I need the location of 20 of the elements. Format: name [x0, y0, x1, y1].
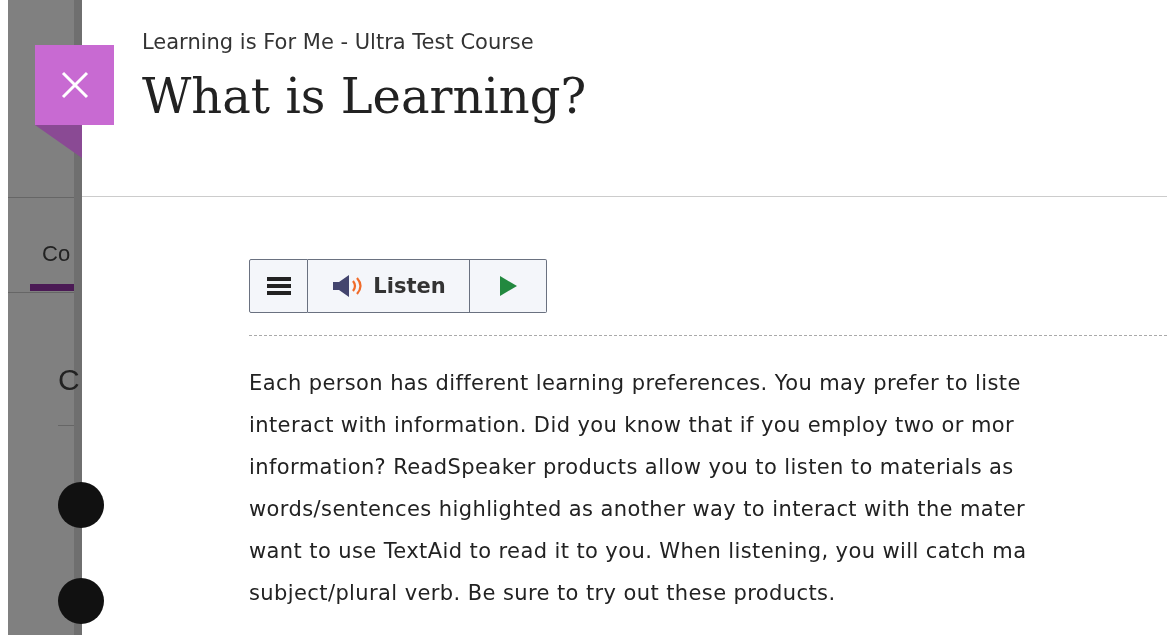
close-button[interactable] — [35, 45, 114, 125]
listen-button[interactable]: Listen — [308, 259, 470, 313]
course-name: Learning is For Me - Ultra Test Course — [142, 30, 535, 54]
paragraph-line: interact with information. Did you know that if you employ two or mor — [249, 412, 1015, 439]
paragraph-line: Each person has different learning preferences. You may prefer to liste — [249, 370, 1021, 397]
section-heading: C — [58, 363, 78, 397]
tab-underline — [30, 284, 74, 291]
menu-icon — [266, 276, 291, 296]
paragraph-line: information? ReadSpeaker products allow you to listen to materials as — [249, 454, 1014, 481]
paragraph-line: words/sentences highlighted as another way to interact with the mater — [249, 496, 1026, 523]
close-icon — [59, 70, 90, 100]
page-title: What is Learning? — [142, 68, 588, 124]
tab-label: Co — [42, 240, 71, 268]
play-button[interactable] — [470, 259, 547, 313]
avatar-circle — [58, 578, 104, 624]
play-icon — [498, 275, 518, 297]
paragraph-line: want to use TextAid to read it to you. When listening, you will catch ma — [249, 538, 1027, 565]
menu-button[interactable] — [249, 259, 308, 313]
avatar-circle — [58, 482, 104, 528]
paragraph-line: subject/plural verb. Be sure to try out these products. — [249, 580, 836, 607]
